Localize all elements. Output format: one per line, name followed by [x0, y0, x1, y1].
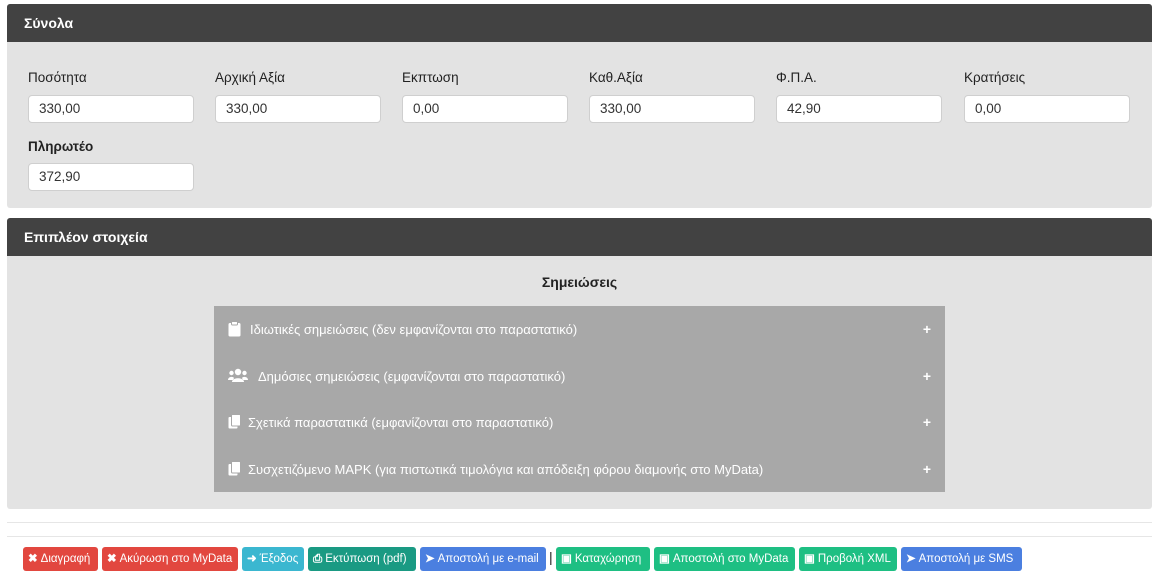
- delete-button[interactable]: ✖ Διαγραφή: [23, 547, 98, 571]
- notes-title: Σημειώσεις: [541, 274, 618, 290]
- quantity-label: Ποσότητα: [28, 70, 87, 85]
- payable-field[interactable]: 372,90: [28, 163, 194, 191]
- users-icon: [228, 368, 248, 386]
- initial-value-field[interactable]: 330,00: [215, 95, 381, 123]
- expand-related-documents-icon[interactable]: +: [923, 414, 931, 430]
- vat-label: Φ.Π.Α.: [776, 70, 817, 85]
- print-icon: ⎙: [313, 553, 323, 565]
- exit-button[interactable]: ➜ Έξοδος: [242, 547, 304, 571]
- x-icon: ✖: [28, 553, 38, 565]
- discount-label: Εκπτωση: [402, 70, 459, 85]
- save-icon: ▣: [659, 553, 670, 565]
- public-notes-label: Δημόσιες σημειώσεις (εμφανίζονται στο πα…: [258, 369, 566, 384]
- expand-related-mark-icon[interactable]: +: [923, 461, 931, 477]
- private-notes-label: Ιδιωτικές σημειώσεις (δεν εμφανίζονται σ…: [250, 322, 578, 337]
- vat-field[interactable]: 42,90: [776, 95, 942, 123]
- net-value-field[interactable]: 330,00: [589, 95, 755, 123]
- withholdings-label: Κρατήσεις: [964, 70, 1026, 85]
- expand-private-notes-icon[interactable]: +: [923, 321, 931, 337]
- cancel-mydata-button[interactable]: ✖ Ακύρωση στο MyData: [102, 547, 238, 571]
- withholdings-field[interactable]: 0,00: [964, 95, 1130, 123]
- extra-info-panel: Επιπλέον στοιχεία Σημειώσεις Ιδιωτικές σ…: [7, 218, 1152, 509]
- payable-label: Πληρωτέο: [28, 139, 94, 154]
- totals-panel-title: Σύνολα: [7, 4, 1152, 42]
- notes-accordion: Ιδιωτικές σημειώσεις (δεν εμφανίζονται σ…: [214, 306, 945, 492]
- related-mark-label: Συσχετιζόμενο ΜΑΡΚ (για πιστωτικά τιμολό…: [248, 462, 764, 477]
- save-button[interactable]: ▣ Καταχώρηση: [556, 547, 650, 571]
- send-icon: ➤: [906, 553, 916, 565]
- public-notes-row[interactable]: Δημόσιες σημειώσεις (εμφανίζονται στο πα…: [214, 365, 945, 389]
- print-pdf-button[interactable]: ⎙ Εκτύπωση (pdf): [308, 547, 416, 571]
- discount-field[interactable]: 0,00: [402, 95, 568, 123]
- send-icon: ➤: [425, 553, 435, 565]
- copy-icon: [228, 414, 241, 432]
- related-mark-row[interactable]: Συσχετιζόμενο ΜΑΡΚ (για πιστωτικά τιμολό…: [214, 458, 945, 482]
- clipboard-icon: [228, 321, 241, 340]
- totals-panel: Σύνολα Ποσότητα 330,00 Αρχική Αξία 330,0…: [7, 4, 1152, 208]
- initial-value-label: Αρχική Αξία: [215, 70, 285, 85]
- quantity-field[interactable]: 330,00: [28, 95, 194, 123]
- related-documents-label: Σχετικά παραστατικά (εμφανίζονται στο πα…: [248, 415, 554, 430]
- sign-out-icon: ➜: [247, 553, 257, 565]
- view-xml-button[interactable]: ▣ Προβολή XML: [799, 547, 897, 571]
- related-documents-row[interactable]: Σχετικά παραστατικά (εμφανίζονται στο πα…: [214, 411, 945, 435]
- save-icon: ▣: [804, 553, 815, 565]
- send-sms-button[interactable]: ➤ Αποστολή με SMS: [901, 547, 1022, 571]
- send-email-button[interactable]: ➤ Αποστολή με e-mail: [420, 547, 546, 571]
- x-icon: ✖: [107, 553, 117, 565]
- send-mydata-button[interactable]: ▣ Αποστολή στο MyData: [654, 547, 795, 571]
- net-value-label: Καθ.Αξία: [589, 70, 643, 85]
- divider: [7, 522, 1152, 523]
- private-notes-row[interactable]: Ιδιωτικές σημειώσεις (δεν εμφανίζονται σ…: [214, 318, 945, 342]
- extra-info-panel-title: Επιπλέον στοιχεία: [7, 218, 1152, 256]
- divider: [7, 536, 1152, 537]
- copy-icon: [228, 461, 241, 479]
- save-icon: ▣: [561, 553, 572, 565]
- button-separator: |: [549, 549, 553, 565]
- expand-public-notes-icon[interactable]: +: [923, 368, 931, 384]
